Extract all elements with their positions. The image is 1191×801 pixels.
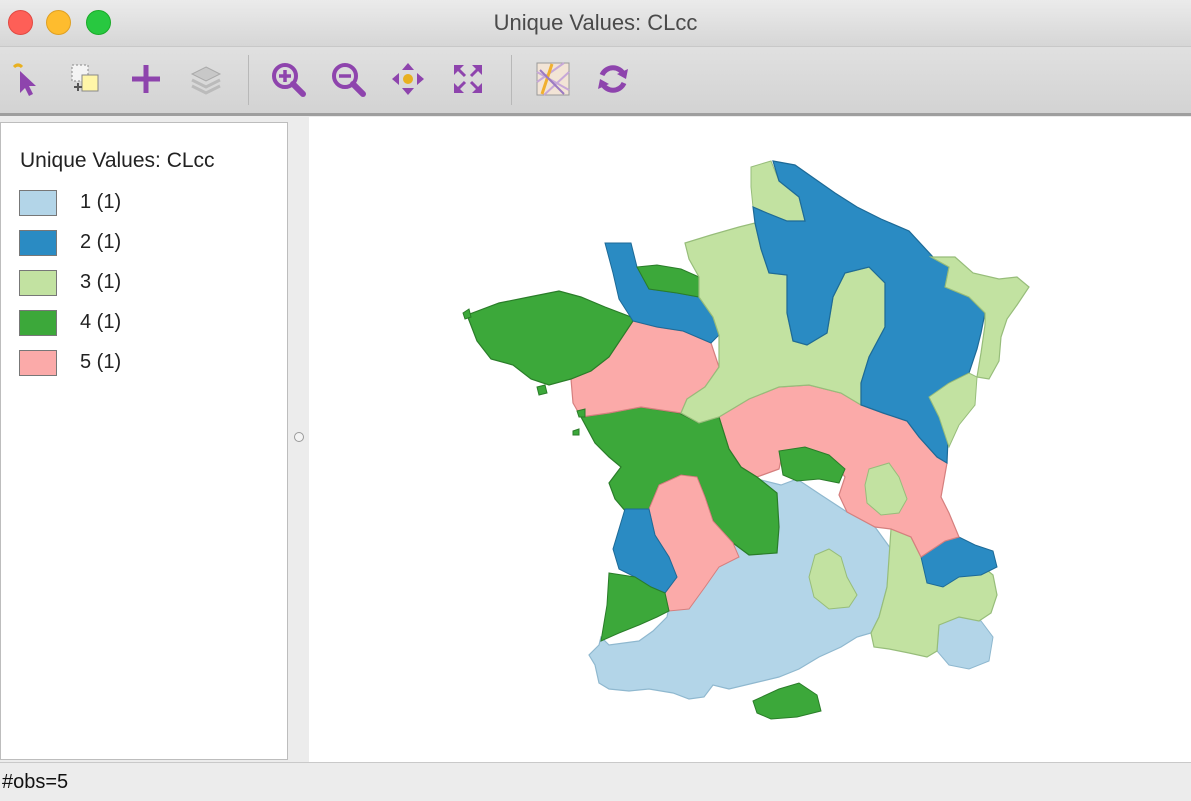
legend-item[interactable]: 2 (1) — [19, 230, 269, 258]
observation-count: #obs=5 — [2, 771, 69, 793]
full-extent-button[interactable] — [448, 59, 488, 99]
pan-icon — [392, 63, 424, 95]
title-bar: Unique Values: CLcc — [0, 0, 1191, 47]
france-map[interactable] — [309, 117, 1191, 762]
legend-item[interactable]: 3 (1) — [19, 270, 269, 298]
select-tool-button[interactable] — [6, 59, 46, 99]
add-button[interactable] — [126, 59, 166, 99]
selection-shape-button[interactable] — [66, 59, 106, 99]
status-bar: #obs=5 — [0, 762, 1191, 801]
refresh-button[interactable] — [593, 59, 633, 99]
legend-label: 3 (1) — [80, 271, 122, 293]
legend-item[interactable]: 1 (1) — [19, 190, 269, 218]
legend-swatch — [19, 230, 57, 256]
refresh-icon — [598, 65, 628, 93]
zoom-in-icon — [272, 63, 306, 97]
map-region[interactable] — [752, 682, 822, 720]
legend-item[interactable]: 4 (1) — [19, 310, 269, 338]
layers-button[interactable] — [186, 59, 226, 99]
zoom-in-button[interactable] — [268, 59, 308, 99]
legend-swatch — [19, 350, 57, 376]
legend-swatch — [19, 310, 57, 336]
layers-icon — [190, 66, 222, 95]
legend-label: 2 (1) — [80, 231, 122, 253]
selection-shape-icon — [71, 64, 99, 92]
legend-panel: Unique Values: CLcc 1 (1) 2 (1) 3 (1) 4 … — [0, 122, 288, 760]
select-tool-icon — [12, 63, 36, 96]
window-title: Unique Values: CLcc — [493, 10, 698, 35]
basemap-icon — [536, 62, 570, 96]
zoom-out-icon — [332, 63, 366, 97]
legend-label: 5 (1) — [80, 351, 122, 373]
legend-label: 1 (1) — [80, 191, 122, 213]
map-region[interactable] — [936, 616, 994, 670]
legend-label: 4 (1) — [80, 311, 122, 333]
basemap-button[interactable] — [533, 59, 573, 99]
legend-swatch — [19, 270, 57, 296]
splitter-handle[interactable] — [294, 432, 304, 442]
map-canvas[interactable] — [309, 117, 1191, 762]
panel-splitter[interactable] — [290, 122, 308, 760]
pan-button[interactable] — [388, 59, 428, 99]
legend-item[interactable]: 5 (1) — [19, 350, 269, 378]
add-icon — [132, 65, 160, 93]
zoom-out-button[interactable] — [328, 59, 368, 99]
full-extent-icon — [454, 65, 482, 93]
legend-title: Unique Values: CLcc — [20, 149, 215, 172]
legend-swatch — [19, 190, 57, 216]
toolbar — [0, 47, 1191, 116]
